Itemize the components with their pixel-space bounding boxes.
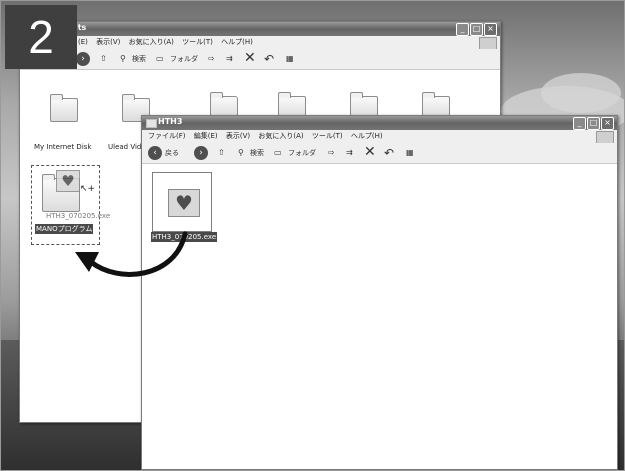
front-explorer-window[interactable]: HTH3 _ □ × ファイル(F) 編集(E) 表示(V) お気に入り(A) …: [141, 115, 618, 470]
icon-label-my-internet-disk: My Internet Disk: [34, 143, 92, 151]
search-button-label[interactable]: 検索: [250, 146, 264, 160]
cursor-copy-icon: ↖+: [80, 184, 96, 194]
search-icon[interactable]: ⚲: [238, 146, 244, 160]
undo-icon[interactable]: ↶: [384, 146, 394, 160]
front-content-area[interactable]: ♥ HTH3_070205.exe: [142, 164, 617, 469]
cloud: [541, 73, 621, 113]
menu-edit[interactable]: (E): [78, 36, 88, 49]
copy-to-icon[interactable]: ⇉: [346, 146, 353, 160]
folders-button-label[interactable]: フォルダ: [288, 146, 316, 160]
menu-help[interactable]: ヘルプ(H): [221, 36, 253, 49]
copy-to-icon[interactable]: ⇉: [226, 52, 233, 66]
file-item-selected[interactable]: ♥: [152, 172, 212, 232]
menu-view[interactable]: 表示(V): [226, 130, 250, 143]
maximize-button[interactable]: □: [470, 23, 483, 36]
back-menubar: (E) 表示(V) お気に入り(A) ツール(T) ヘルプ(H): [20, 36, 500, 50]
menu-tools[interactable]: ツール(T): [182, 36, 213, 49]
curved-arrow-icon: [75, 231, 188, 277]
front-window-title: HTH3: [158, 117, 183, 126]
heart-app-icon: ♥: [56, 170, 80, 192]
menu-favorites[interactable]: お気に入り(A): [258, 130, 303, 143]
close-button[interactable]: ×: [484, 23, 497, 36]
search-icon[interactable]: ⚲: [120, 52, 126, 66]
back-window-titlebar[interactable]: nts _ □ ×: [20, 22, 500, 36]
drag-ghost-label: HTH3_070205.exe: [46, 212, 111, 220]
forward-icon[interactable]: ›: [194, 146, 208, 160]
folders-icon[interactable]: ▭: [156, 52, 164, 66]
views-icon[interactable]: ▦: [286, 52, 294, 66]
front-menubar: ファイル(F) 編集(E) 表示(V) お気に入り(A) ツール(T) ヘルプ(…: [142, 130, 617, 144]
move-to-icon[interactable]: ⇨: [328, 146, 335, 160]
step-number: 2: [5, 5, 77, 69]
folders-button-label[interactable]: フォルダ: [170, 52, 198, 66]
folders-icon[interactable]: ▭: [274, 146, 282, 160]
delete-icon[interactable]: ✕: [364, 145, 376, 160]
views-icon[interactable]: ▦: [406, 146, 414, 160]
up-folder-icon[interactable]: ⇧: [100, 52, 107, 66]
folder-small-icon: [146, 119, 157, 128]
up-folder-icon[interactable]: ⇧: [218, 146, 225, 160]
back-button-label[interactable]: 戻る: [165, 146, 179, 160]
maximize-button[interactable]: □: [587, 117, 600, 130]
back-icon[interactable]: ‹: [148, 146, 162, 160]
move-to-icon[interactable]: ⇨: [208, 52, 215, 66]
menu-help[interactable]: ヘルプ(H): [351, 130, 383, 143]
back-toolbar: › ⇧ ⚲ 検索 ▭ フォルダ ⇨ ⇉ ✕ ↶ ▦: [20, 49, 500, 70]
search-button-label[interactable]: 検索: [132, 52, 146, 66]
delete-icon[interactable]: ✕: [244, 51, 256, 66]
minimize-button[interactable]: _: [456, 23, 469, 36]
menu-edit[interactable]: 編集(E): [194, 130, 218, 143]
menu-file[interactable]: ファイル(F): [148, 130, 186, 143]
forward-icon[interactable]: ›: [76, 52, 90, 66]
folder-icon[interactable]: [50, 94, 78, 122]
front-window-titlebar[interactable]: HTH3 _ □ ×: [142, 116, 617, 130]
menu-tools[interactable]: ツール(T): [312, 130, 343, 143]
close-button[interactable]: ×: [601, 117, 614, 130]
desktop-background: 2 nts _ □ × (E) 表示(V) お気に入り(A) ツール(T) ヘル…: [0, 0, 625, 471]
minimize-button[interactable]: _: [573, 117, 586, 130]
heart-app-icon: ♥: [168, 189, 200, 217]
menu-view[interactable]: 表示(V): [96, 36, 120, 49]
menu-favorites[interactable]: お気に入り(A): [129, 36, 174, 49]
front-toolbar: ‹ 戻る › ⇧ ⚲ 検索 ▭ フォルダ ⇨ ⇉ ✕ ↶ ▦: [142, 143, 617, 164]
undo-icon[interactable]: ↶: [264, 52, 274, 66]
